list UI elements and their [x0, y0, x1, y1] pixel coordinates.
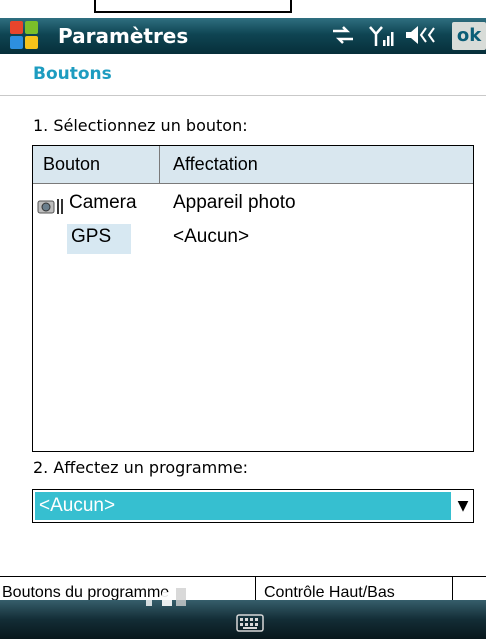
step1-label: 1. Sélectionnez un bouton:: [33, 116, 248, 135]
dropdown-arrow-icon[interactable]: ▼: [453, 492, 473, 520]
signal-icon[interactable]: [368, 24, 394, 54]
column-header-affectation[interactable]: Affectation: [173, 154, 258, 175]
column-divider: [159, 146, 160, 183]
list-item-button: Camera: [69, 192, 137, 213]
list-row-camera[interactable]: Camera Appareil photo: [33, 190, 473, 222]
program-dropdown-value[interactable]: <Aucun>: [35, 492, 451, 520]
list-header: Bouton Affectation: [33, 146, 473, 184]
title-bar: Paramètres ok: [0, 18, 486, 54]
ok-button[interactable]: ok: [452, 22, 486, 50]
windows-start-icon[interactable]: [10, 21, 40, 51]
button-list[interactable]: Bouton Affectation Camera Appareil photo…: [32, 145, 474, 452]
list-item-assignment: Appareil photo: [173, 192, 296, 213]
window-title: Paramètres: [58, 24, 189, 48]
column-header-bouton[interactable]: Bouton: [43, 154, 100, 175]
list-row-gps[interactable]: GPS <Aucun>: [33, 224, 473, 256]
step2-label: 2. Affectez un programme:: [33, 458, 249, 477]
section-title: Boutons: [33, 64, 112, 84]
list-item-button: GPS: [71, 226, 112, 247]
camera-icon: [37, 196, 65, 216]
keyboard-icon[interactable]: [236, 614, 264, 632]
connectivity-icon[interactable]: [330, 24, 356, 52]
top-frame: [94, 0, 292, 13]
volume-icon[interactable]: [404, 24, 444, 52]
input-panel-icon[interactable]: [140, 586, 210, 610]
divider: [0, 95, 486, 96]
program-dropdown[interactable]: <Aucun> ▼: [32, 489, 474, 523]
list-item-assignment: <Aucun>: [173, 226, 250, 247]
